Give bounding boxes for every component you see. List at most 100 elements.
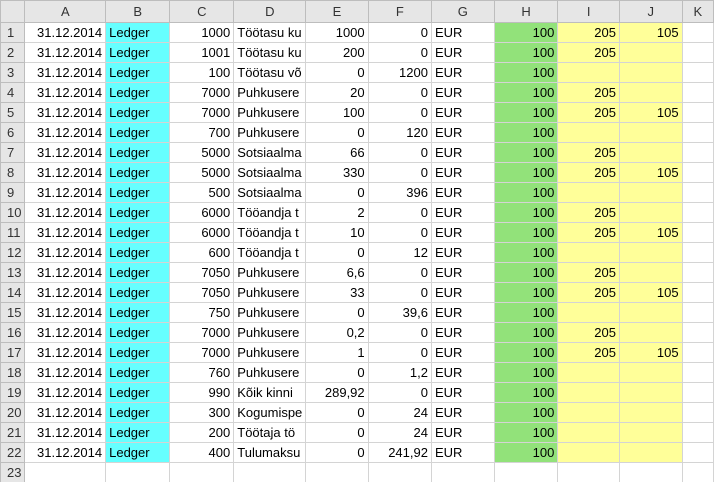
- row-header[interactable]: 12: [0, 242, 26, 263]
- row-header[interactable]: 16: [0, 322, 26, 343]
- cell-b[interactable]: Ledger: [105, 82, 171, 103]
- cell-e[interactable]: 0: [305, 302, 369, 323]
- cell-k[interactable]: [681, 202, 714, 223]
- column-header-d[interactable]: D: [233, 0, 307, 23]
- cell-g[interactable]: EUR: [430, 342, 495, 363]
- cell-e[interactable]: 330: [305, 162, 369, 183]
- cell-i[interactable]: 205: [557, 42, 620, 63]
- cell-i[interactable]: [557, 402, 620, 423]
- cell-i[interactable]: [557, 422, 620, 443]
- cell-d[interactable]: Töötasu ku: [233, 22, 307, 43]
- cell-d[interactable]: Puhkusere: [233, 122, 307, 143]
- cell-d[interactable]: Kogumispe: [233, 402, 307, 423]
- cell-f[interactable]: 0: [367, 322, 432, 343]
- cell-g[interactable]: EUR: [430, 442, 495, 463]
- cell-i[interactable]: [557, 242, 620, 263]
- cell-k[interactable]: [681, 282, 714, 303]
- cell-k[interactable]: [681, 182, 714, 203]
- cell-g[interactable]: [430, 462, 495, 482]
- cell-f[interactable]: 0: [367, 82, 432, 103]
- cell-i[interactable]: 205: [557, 162, 620, 183]
- cell-a[interactable]: 31.12.2014: [24, 262, 107, 283]
- cell-a[interactable]: 31.12.2014: [24, 222, 107, 243]
- cell-i[interactable]: 205: [557, 22, 620, 43]
- cell-d[interactable]: Tööandja t: [233, 242, 307, 263]
- cell-d[interactable]: Puhkusere: [233, 302, 307, 323]
- cell-i[interactable]: [557, 122, 620, 143]
- cell-d[interactable]: Tulumaksu: [233, 442, 307, 463]
- cell-f[interactable]: 0: [367, 42, 432, 63]
- cell-h[interactable]: 100: [493, 162, 559, 183]
- row-header[interactable]: 18: [0, 362, 26, 383]
- cell-b[interactable]: Ledger: [105, 262, 171, 283]
- cell-e[interactable]: 0: [305, 122, 369, 143]
- cell-e[interactable]: 6,6: [305, 262, 369, 283]
- row-header[interactable]: 22: [0, 442, 26, 463]
- cell-c[interactable]: 7000: [169, 102, 235, 123]
- cell-j[interactable]: 105: [618, 162, 683, 183]
- cell-b[interactable]: Ledger: [105, 442, 171, 463]
- cell-a[interactable]: 31.12.2014: [24, 322, 107, 343]
- cell-d[interactable]: Sotsiaalma: [233, 182, 307, 203]
- cell-d[interactable]: Sotsiaalma: [233, 142, 307, 163]
- cell-k[interactable]: [681, 142, 714, 163]
- cell-j[interactable]: 105: [618, 282, 683, 303]
- cell-g[interactable]: EUR: [430, 282, 495, 303]
- cell-a[interactable]: 31.12.2014: [24, 362, 107, 383]
- cell-a[interactable]: 31.12.2014: [24, 82, 107, 103]
- cell-i[interactable]: 205: [557, 342, 620, 363]
- cell-e[interactable]: 0: [305, 242, 369, 263]
- row-header[interactable]: 1: [0, 22, 26, 43]
- cell-d[interactable]: Puhkusere: [233, 282, 307, 303]
- cell-c[interactable]: 7000: [169, 322, 235, 343]
- row-header[interactable]: 4: [0, 82, 26, 103]
- cell-b[interactable]: Ledger: [105, 102, 171, 123]
- cell-h[interactable]: 100: [493, 362, 559, 383]
- cell-e[interactable]: 2: [305, 202, 369, 223]
- cell-b[interactable]: Ledger: [105, 22, 171, 43]
- cell-e[interactable]: 0: [305, 62, 369, 83]
- cell-i[interactable]: 205: [557, 322, 620, 343]
- cell-b[interactable]: Ledger: [105, 222, 171, 243]
- cell-j[interactable]: [618, 142, 683, 163]
- row-header[interactable]: 21: [0, 422, 26, 443]
- cell-h[interactable]: 100: [493, 202, 559, 223]
- cell-e[interactable]: 20: [305, 82, 369, 103]
- cell-e[interactable]: 0: [305, 362, 369, 383]
- cell-g[interactable]: EUR: [430, 422, 495, 443]
- cell-i[interactable]: [557, 362, 620, 383]
- cell-i[interactable]: 205: [557, 222, 620, 243]
- cell-e[interactable]: 1: [305, 342, 369, 363]
- cell-k[interactable]: [681, 322, 714, 343]
- cell-b[interactable]: Ledger: [105, 402, 171, 423]
- cell-a[interactable]: 31.12.2014: [24, 382, 107, 403]
- cell-f[interactable]: 24: [367, 422, 432, 443]
- cell-j[interactable]: [618, 362, 683, 383]
- cell-b[interactable]: Ledger: [105, 122, 171, 143]
- cell-b[interactable]: Ledger: [105, 242, 171, 263]
- cell-b[interactable]: Ledger: [105, 342, 171, 363]
- column-header-e[interactable]: E: [305, 0, 369, 23]
- cell-c[interactable]: 5000: [169, 162, 235, 183]
- cell-d[interactable]: Sotsiaalma: [233, 162, 307, 183]
- cell-f[interactable]: 39,6: [367, 302, 432, 323]
- cell-e[interactable]: 33: [305, 282, 369, 303]
- cell-j[interactable]: [618, 262, 683, 283]
- cell-d[interactable]: Kõik kinni: [233, 382, 307, 403]
- cell-k[interactable]: [681, 22, 714, 43]
- cell-h[interactable]: 100: [493, 422, 559, 443]
- cell-g[interactable]: EUR: [430, 202, 495, 223]
- cell-h[interactable]: 100: [493, 262, 559, 283]
- cell-k[interactable]: [681, 102, 714, 123]
- cell-f[interactable]: 0: [367, 162, 432, 183]
- cell-g[interactable]: EUR: [430, 242, 495, 263]
- cell-d[interactable]: Puhkusere: [233, 362, 307, 383]
- cell-h[interactable]: 100: [493, 62, 559, 83]
- cell-f[interactable]: 0: [367, 222, 432, 243]
- cell-g[interactable]: EUR: [430, 142, 495, 163]
- cell-i[interactable]: 205: [557, 202, 620, 223]
- cell-i[interactable]: [557, 182, 620, 203]
- row-header[interactable]: 3: [0, 62, 26, 83]
- cell-b[interactable]: Ledger: [105, 322, 171, 343]
- cell-d[interactable]: Töötasu ku: [233, 42, 307, 63]
